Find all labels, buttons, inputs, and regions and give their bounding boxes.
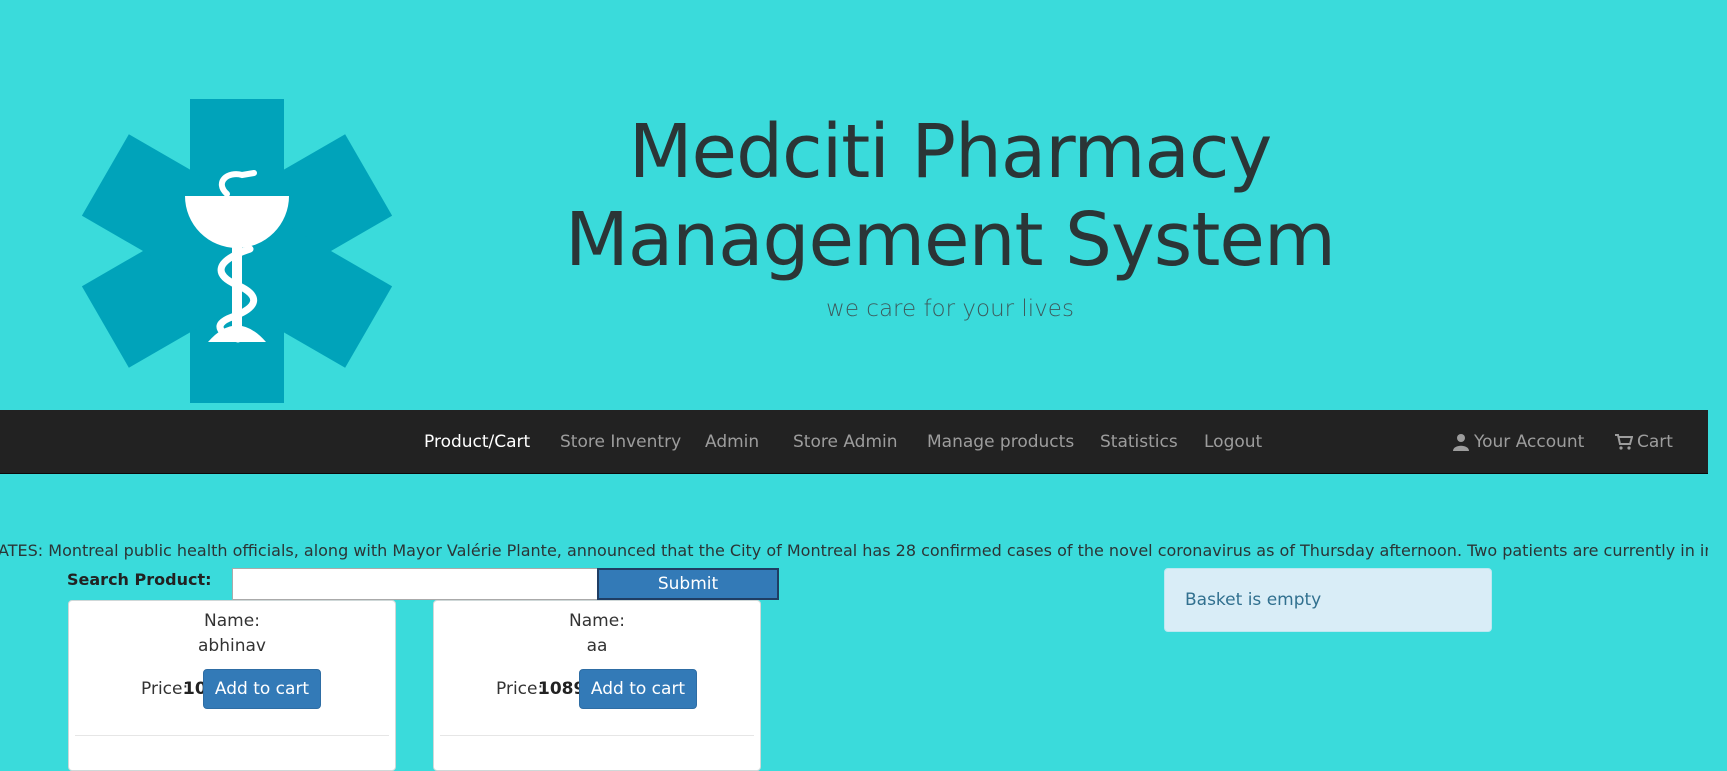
shopping-cart-icon — [1615, 434, 1633, 450]
star-of-life-logo-icon — [82, 99, 392, 403]
product-name-label: Name: — [569, 611, 625, 631]
news-ticker-text: DATES: Montreal public health officials,… — [0, 541, 1708, 560]
news-ticker: DATES: Montreal public health officials,… — [0, 540, 1708, 564]
tagline: we care for your lives — [826, 296, 1074, 322]
card-divider — [75, 735, 389, 736]
product-card: Name: abhinav Price: 10 Add to cart — [68, 600, 396, 771]
product-name: aa — [586, 636, 608, 656]
user-icon — [1453, 434, 1469, 451]
nav-item-product-cart[interactable]: Product/Cart — [424, 410, 530, 474]
main-navbar: Product/Cart Store Inventry Admin Store … — [0, 410, 1708, 474]
product-card: Name: aa Price: 1089 Add to cart — [433, 600, 761, 771]
nav-item-cart[interactable]: Cart — [1615, 410, 1673, 474]
nav-item-store-inventry[interactable]: Store Inventry — [560, 410, 681, 474]
add-to-cart-button[interactable]: Add to cart — [579, 669, 697, 709]
product-price-label: Price: — [496, 679, 544, 699]
nav-item-statistics[interactable]: Statistics — [1100, 410, 1178, 474]
nav-item-manage-products[interactable]: Manage products — [927, 410, 1074, 474]
product-price-label: Price: — [141, 679, 189, 699]
product-name: abhinav — [198, 636, 266, 656]
basket-message: Basket is empty — [1185, 590, 1322, 610]
page-title: Medciti Pharmacy Management System — [440, 108, 1460, 284]
search-input[interactable] — [232, 568, 598, 600]
card-divider — [440, 735, 754, 736]
title-line-2: Management System — [565, 197, 1336, 283]
product-name-label: Name: — [204, 611, 260, 631]
search-label: Search Product: — [67, 570, 212, 589]
submit-button[interactable]: Submit — [597, 568, 779, 600]
basket-status: Basket is empty — [1164, 568, 1492, 632]
nav-item-store-admin[interactable]: Store Admin — [793, 410, 898, 474]
nav-item-logout[interactable]: Logout — [1204, 410, 1262, 474]
nav-item-your-account[interactable]: Your Account — [1452, 410, 1584, 474]
title-line-1: Medciti Pharmacy — [628, 109, 1273, 195]
add-to-cart-button[interactable]: Add to cart — [203, 669, 321, 709]
cart-label: Cart — [1637, 432, 1673, 452]
nav-item-admin[interactable]: Admin — [705, 410, 759, 474]
your-account-label: Your Account — [1474, 432, 1585, 452]
